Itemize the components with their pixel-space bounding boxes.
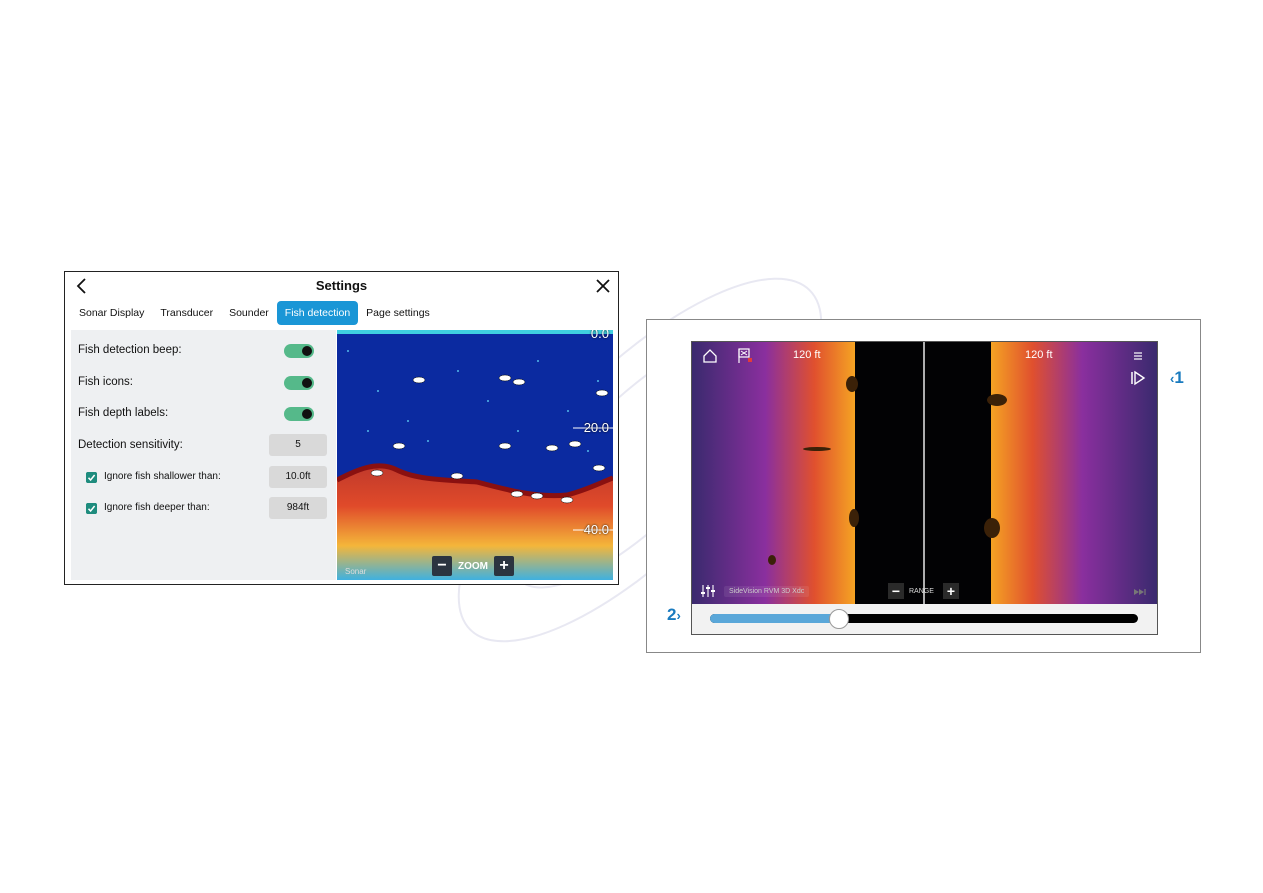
tab-sounder[interactable]: Sounder <box>221 301 277 325</box>
callout-1: ‹1 <box>1170 368 1184 388</box>
home-icon[interactable] <box>700 346 720 366</box>
right-range-label: 120 ft <box>1025 349 1053 361</box>
fish-detection-beep-label: Fish detection beep: <box>78 344 182 356</box>
settings-title: Settings <box>315 278 368 293</box>
history-progress-fill <box>710 614 839 623</box>
zoom-controls: − ZOOM + <box>432 556 514 576</box>
sidevision-bottom-bar: SideVision RVM 3D Xdc − RANGE + <box>692 578 1157 604</box>
ignore-deeper-checkbox[interactable] <box>86 503 97 514</box>
fish-detection-settings-panel: Settings Sonar Display Transducer Sounde… <box>64 271 619 585</box>
depth-scale-bottom: 40.0 <box>583 522 609 537</box>
ignore-shallower-checkbox[interactable] <box>86 472 97 483</box>
tab-fish-detection[interactable]: Fish detection <box>276 301 359 325</box>
settings-titlebar: Settings <box>65 272 618 300</box>
settings-options-pane: Fish detection beep: Fish icons: Fish de… <box>71 330 336 580</box>
toggle-knob <box>302 378 312 388</box>
ignore-shallower-label: Ignore fish shallower than: <box>104 471 221 482</box>
hamburger-menu-icon[interactable] <box>1128 346 1148 366</box>
ignore-deeper-label: Ignore fish deeper than: <box>104 502 210 513</box>
skip-to-end-icon[interactable] <box>1130 582 1150 602</box>
toggle-knob <box>302 346 312 356</box>
fish-detection-beep-toggle[interactable] <box>284 344 314 358</box>
callout-2: 2› <box>667 605 681 625</box>
waypoint-flag-icon[interactable] <box>735 346 755 366</box>
depth-scale-mid: 20.0 <box>583 420 609 435</box>
ignore-shallower-value[interactable]: 10.0ft <box>269 466 327 488</box>
depth-scale-top: 0.0 <box>590 330 609 341</box>
detection-sensitivity-label: Detection sensitivity: <box>78 439 183 451</box>
toggle-knob <box>302 409 312 419</box>
history-scrubber-bar <box>692 604 1157 634</box>
zoom-out-button[interactable]: − <box>432 556 452 576</box>
detection-sensitivity-value[interactable]: 5 <box>269 434 327 456</box>
fish-depth-labels-toggle[interactable] <box>284 407 314 421</box>
ignore-deeper-value[interactable]: 984ft <box>269 497 327 519</box>
sidevision-figure-frame: 120 ft 120 ft SideVision RVM 3D Xdc − RA… <box>646 319 1201 653</box>
range-increase-button[interactable]: + <box>943 583 959 599</box>
fish-icons-toggle[interactable] <box>284 376 314 390</box>
tab-sonar-display[interactable]: Sonar Display <box>71 301 152 325</box>
left-range-label: 120 ft <box>793 349 821 361</box>
play-history-icon[interactable] <box>1128 368 1148 388</box>
zoom-in-button[interactable]: + <box>494 556 514 576</box>
settings-tabs: Sonar Display Transducer Sounder Fish de… <box>71 301 438 325</box>
callout-2-arrow: › <box>676 608 681 623</box>
adjust-sliders-icon[interactable] <box>698 581 718 601</box>
callout-1-number: 1 <box>1174 368 1184 387</box>
fish-icons-label: Fish icons: <box>78 376 133 388</box>
sonar-source-label: Sonar <box>345 567 367 576</box>
range-decrease-button[interactable]: − <box>888 583 904 599</box>
tab-transducer[interactable]: Transducer <box>152 301 221 325</box>
sidevision-sonar-image <box>692 342 1157 604</box>
history-track[interactable] <box>710 614 1138 623</box>
sonar-echo-image <box>337 330 613 580</box>
range-label: RANGE <box>909 588 934 595</box>
tab-page-settings[interactable]: Page settings <box>358 301 438 325</box>
sidevision-screen: 120 ft 120 ft SideVision RVM 3D Xdc − RA… <box>691 341 1158 635</box>
zoom-label: ZOOM <box>458 560 488 572</box>
sonar-preview: 0.0 20.0 40.0 − ZOOM + Sonar <box>337 330 613 580</box>
close-icon[interactable] <box>594 277 612 295</box>
fish-depth-labels-label: Fish depth labels: <box>78 407 169 419</box>
transducer-source-label: SideVision RVM 3D Xdc <box>724 586 810 597</box>
history-slider-thumb[interactable] <box>829 609 850 629</box>
